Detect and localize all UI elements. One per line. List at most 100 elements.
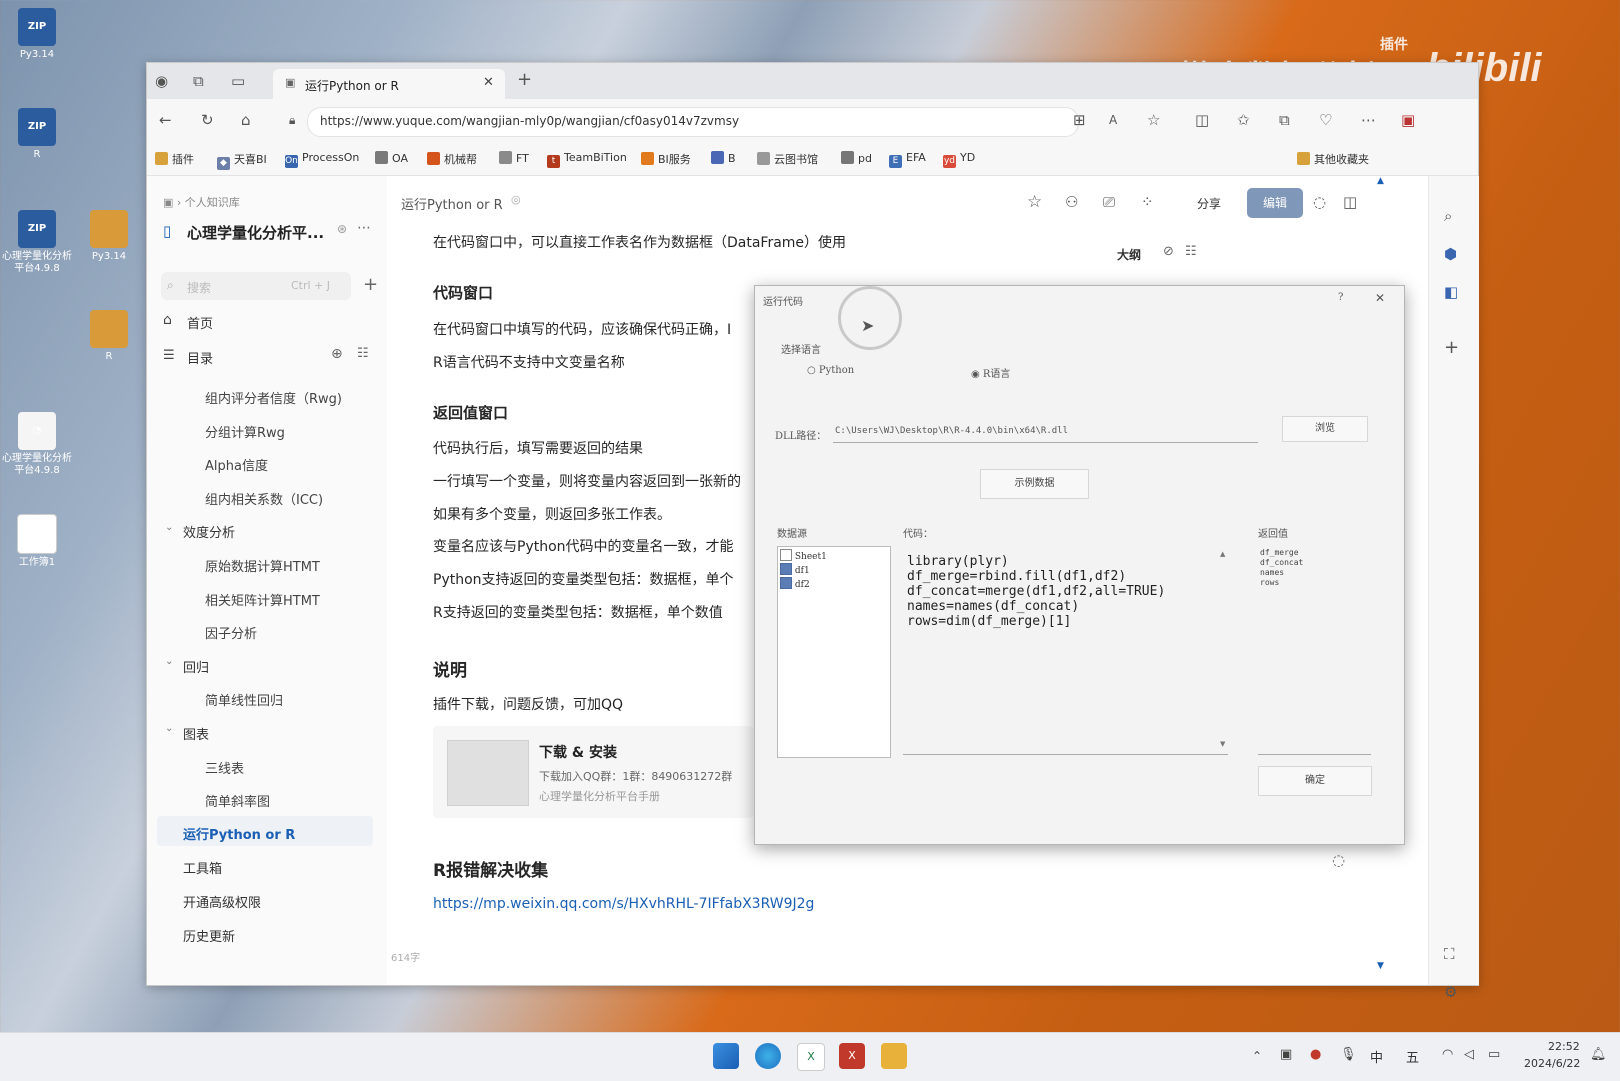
close-button[interactable]: ✕ [1375, 291, 1385, 305]
sidebar-item-group-rwg[interactable]: 分组计算Rwg [205, 422, 285, 441]
bookmark-item[interactable]: BI服务 [641, 151, 691, 167]
scroll-down-icon[interactable]: ▼ [1220, 740, 1225, 748]
search-icon[interactable]: ⌕ [1444, 206, 1452, 226]
more-icon[interactable]: ⋯ [1361, 110, 1376, 130]
sidebar-item-history[interactable]: 历史更新 [183, 926, 235, 945]
hide-outline-icon[interactable]: ⊘ [1163, 244, 1174, 259]
home-icon[interactable]: ⌂ [241, 110, 251, 130]
toc-collapse-icon[interactable]: ☷ [357, 346, 369, 361]
bookmark-item[interactable]: On ProcessOn [285, 151, 359, 168]
chevron-down-icon[interactable]: ⌄ [165, 723, 173, 734]
return-values-input[interactable]: df_merge df_concat names rows [1258, 544, 1371, 755]
apps-icon[interactable]: ⁘ [1141, 192, 1154, 212]
chevron-up-icon[interactable]: ⌃ [1252, 1049, 1262, 1063]
sidebar-item-factor[interactable]: 因子分析 [205, 623, 257, 642]
split-screen-icon[interactable]: ◫ [1195, 110, 1209, 130]
sidebar-item-slope[interactable]: 简单斜率图 [205, 791, 270, 810]
settings-gear-icon[interactable]: ⚙ [1444, 982, 1457, 1002]
tab-active[interactable]: ▣ 运行Python or R ✕ [273, 69, 505, 99]
scroll-up-icon[interactable]: ▲ [1377, 176, 1384, 186]
chevron-down-icon[interactable]: ⌄ [165, 656, 173, 667]
bookmark-item[interactable]: yd YD [943, 151, 975, 168]
sidebar-item-rwg[interactable]: 组内评分者信度（Rwg) [205, 388, 342, 407]
sidebar-item-run-python-r[interactable]: 运行Python or R [183, 824, 295, 843]
share-button[interactable]: 分享 [1197, 195, 1221, 212]
sidebar-item-alpha[interactable]: Alpha信度 [205, 455, 268, 474]
bookmark-item[interactable]: pd [841, 151, 872, 165]
desktop-icon-platform[interactable]: ◔ 心理学量化分析平台4.9.8 [2, 412, 72, 477]
outline-label[interactable]: 大纲 [1117, 246, 1141, 263]
sidebar-item-home[interactable]: 首页 [187, 313, 213, 332]
screenshot-icon[interactable]: ⛶ [1444, 944, 1455, 964]
desktop-icon-py314[interactable]: ZIP Py3.14 [2, 8, 72, 61]
scroll-down-icon[interactable]: ▼ [1377, 961, 1384, 971]
volume-icon[interactable]: ◁ [1464, 1047, 1474, 1062]
sidebar-item-validity[interactable]: 效度分析 [183, 522, 235, 541]
favorites-icon[interactable]: ✩ [1237, 110, 1250, 130]
locate-icon[interactable]: ⊕ [331, 346, 343, 362]
datasource-item[interactable]: df1 [780, 563, 810, 576]
tray-app-icon[interactable]: ▣ [1280, 1047, 1292, 1062]
tab-actions-icon[interactable]: ▭ [231, 71, 245, 91]
desktop-icon-r[interactable]: ZIP R [2, 108, 72, 161]
kb-more-icon[interactable]: ⋯ [357, 220, 371, 236]
help-button[interactable]: ? [1338, 292, 1343, 303]
clock-date[interactable]: 2024/6/22 [1524, 1057, 1580, 1070]
sidebar-item-toolbox[interactable]: 工具箱 [183, 858, 222, 877]
sidebar-item-toc[interactable]: 目录 [187, 348, 213, 367]
radio-python[interactable]: ○ Python [807, 365, 854, 376]
app-available-icon[interactable]: ⊞ [1073, 110, 1086, 130]
datasource-item[interactable]: df2 [780, 577, 810, 590]
browser-essentials-icon[interactable]: ♡ [1319, 110, 1332, 130]
star-icon[interactable]: ☆ [1027, 192, 1042, 212]
profile-icon[interactable]: ◉ [155, 71, 168, 91]
wifi-icon[interactable]: ◠ [1442, 1047, 1453, 1062]
doc-link[interactable]: https://mp.weixin.qq.com/s/HXvhRHL-7IFfa… [433, 896, 814, 912]
radio-r[interactable]: ◉ R语言 [971, 365, 1010, 380]
link-card[interactable]: 下载 & 安装 下载加入QQ群：1群：8490631272群 心理学量化分析平台… [433, 726, 753, 818]
breadcrumb[interactable]: ▣ › 个人知识库 [163, 194, 240, 210]
close-tab-icon[interactable]: ✕ [483, 75, 494, 90]
refresh-icon[interactable]: ↻ [201, 110, 214, 130]
layout-icon[interactable]: ◫ [1343, 192, 1357, 212]
bookmark-item[interactable]: B [711, 151, 736, 165]
collections-icon[interactable]: ⧉ [1279, 110, 1290, 130]
address-bar[interactable]: https://www.yuque.com/wangjian-mly0p/wan… [307, 107, 1079, 137]
sidebar-item-linear[interactable]: 简单线性回归 [205, 690, 283, 709]
datasource-list[interactable]: Sheet1 df1 df2 [777, 546, 891, 758]
bookmark-item[interactable]: 插件 [155, 151, 194, 167]
lock-icon[interactable]: 🔒︎ [289, 110, 295, 130]
clock-time[interactable]: 22:52 [1548, 1040, 1580, 1053]
read-aloud-icon[interactable]: A [1109, 110, 1117, 130]
favorite-star-icon[interactable]: ☆ [1147, 110, 1160, 130]
sidebar-item-htmt-raw[interactable]: 原始数据计算HTMT [205, 556, 320, 575]
back-icon[interactable]: ← [159, 110, 172, 130]
sidebar-item-icc[interactable]: 组内相关系数（ICC) [205, 489, 323, 508]
comment-float-icon[interactable]: ◌ [1332, 851, 1345, 869]
collections-icon[interactable]: ⧉ [193, 71, 204, 91]
sidebar-item-three-line[interactable]: 三线表 [205, 758, 244, 777]
bookmark-item[interactable]: 云图书馆 [757, 151, 818, 167]
bookmark-item[interactable]: 机械帮 [427, 151, 477, 167]
scroll-up-icon[interactable]: ▲ [1220, 550, 1225, 558]
search-input[interactable]: ⌕ 搜索 Ctrl + J [161, 272, 351, 300]
comment-icon[interactable]: ◌ [1313, 192, 1326, 212]
checkbox-unchecked[interactable] [780, 549, 792, 561]
tray-qq-icon[interactable]: ● [1310, 1047, 1321, 1062]
sidebar-toggle-icon[interactable]: ▣ [1401, 110, 1415, 130]
start-windows-icon[interactable] [713, 1043, 739, 1069]
desktop-icon-py314-folder[interactable]: Py3.14 [74, 210, 144, 263]
datasource-item[interactable]: Sheet1 [780, 549, 827, 562]
add-icon[interactable]: + [1444, 338, 1459, 358]
desktop-icon-workbook[interactable]: X≡ 工作簿1 [2, 514, 72, 569]
sidebar-item-htmt-matrix[interactable]: 相关矩阵计算HTMT [205, 590, 320, 609]
outlook-icon[interactable]: ◧ [1444, 282, 1458, 302]
dll-path-input[interactable]: C:\Users\WJ\Desktop\R\R-4.4.0\bin\x64\R.… [833, 420, 1258, 443]
bookmark-item[interactable]: ◆ 天喜BI [217, 151, 267, 170]
browse-button[interactable]: 浏览 [1282, 416, 1368, 442]
present-icon[interactable]: ⎚ [1103, 192, 1115, 212]
kb-title[interactable]: 心理学量化分析平... [187, 222, 324, 243]
edge-icon[interactable] [755, 1043, 781, 1069]
add-icon[interactable]: + [363, 274, 378, 295]
file-explorer-icon[interactable] [881, 1043, 907, 1069]
